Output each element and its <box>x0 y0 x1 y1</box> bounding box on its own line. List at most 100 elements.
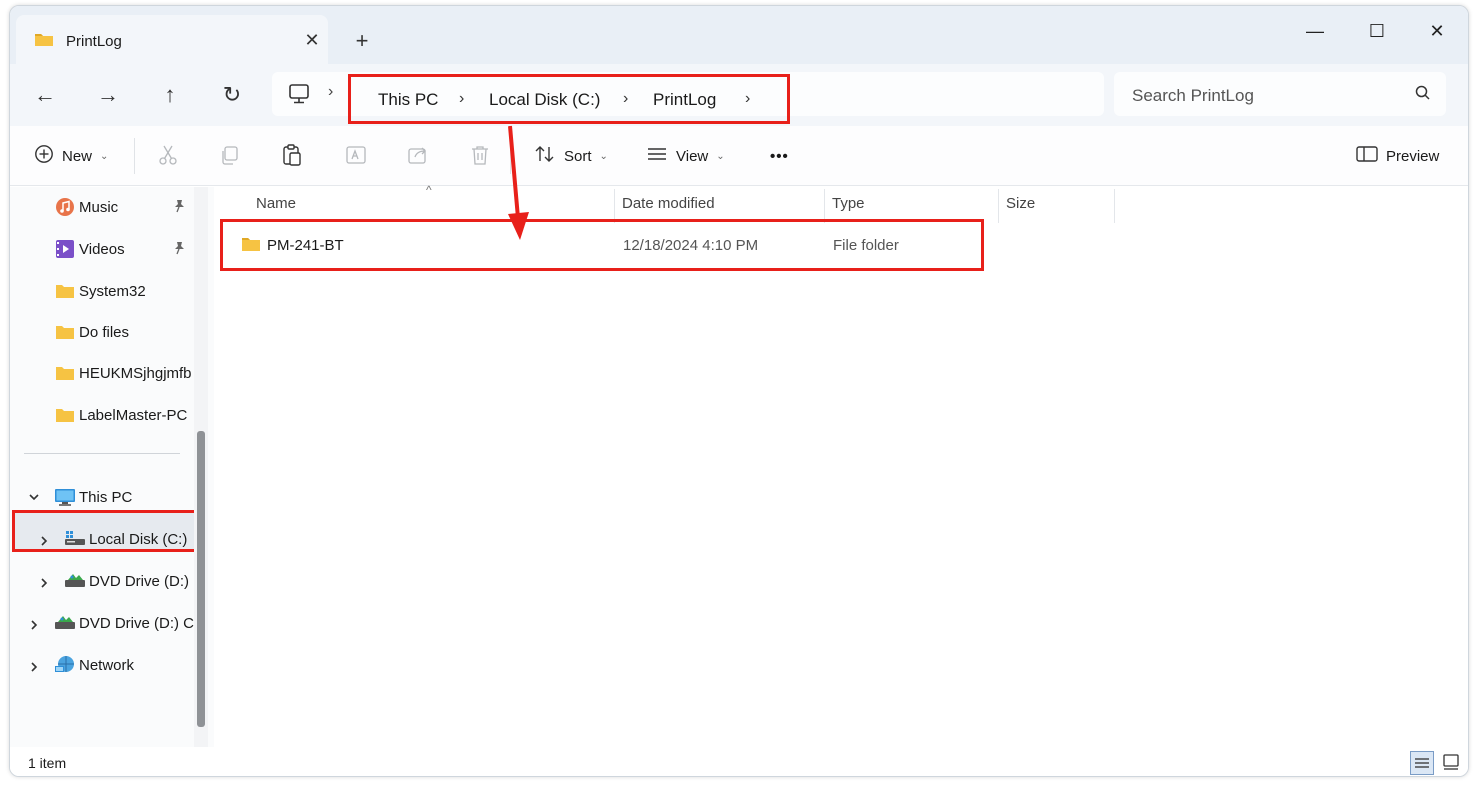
computer-icon <box>288 84 310 107</box>
sidebar-item-label: Music <box>79 198 119 216</box>
tab-printlog[interactable]: PrintLog ✕ <box>16 15 328 65</box>
sidebar-item-do-files[interactable]: Do files <box>54 314 129 350</box>
share-icon <box>406 147 430 170</box>
sidebar-item-label: Network <box>79 656 135 674</box>
up-button[interactable]: ↑ <box>154 80 186 112</box>
sidebar-item-dvd-drive-c[interactable]: DVD Drive (D:) C <box>54 605 194 641</box>
column-header-date[interactable]: Date modified <box>622 195 715 212</box>
tab-title: PrintLog <box>66 33 122 50</box>
sort-button[interactable]: Sort ⌄ <box>534 144 608 168</box>
file-type: File folder <box>833 237 899 254</box>
sort-indicator-icon: ^ <box>426 183 432 197</box>
rename-button[interactable] <box>344 143 370 169</box>
address-bar[interactable]: › This PC › Local Disk (C:) › PrintLog › <box>272 72 1104 124</box>
copy-button[interactable] <box>218 143 244 169</box>
dvd-icon <box>64 570 86 592</box>
column-header-type[interactable]: Type <box>832 195 865 212</box>
sidebar-divider <box>24 453 180 454</box>
delete-button[interactable] <box>468 143 494 169</box>
minimize-button[interactable]: — <box>1292 16 1338 48</box>
column-divider[interactable] <box>614 189 615 223</box>
music-icon <box>54 196 76 218</box>
chevron-right-icon[interactable] <box>36 577 52 592</box>
column-divider[interactable] <box>824 189 825 223</box>
column-divider[interactable] <box>1114 189 1115 223</box>
sidebar-item-dvd-drive[interactable]: DVD Drive (D:) <box>64 563 189 599</box>
breadcrumb-printlog[interactable]: PrintLog <box>653 90 716 110</box>
rename-icon <box>344 146 368 170</box>
breadcrumb-separator: › <box>328 83 334 100</box>
back-button[interactable]: ← <box>29 80 61 112</box>
sidebar-item-videos[interactable]: Videos <box>54 231 125 267</box>
breadcrumb-separator[interactable]: › <box>745 90 750 108</box>
status-bar: 1 item <box>10 747 1468 776</box>
preview-button[interactable]: Preview <box>1356 144 1439 168</box>
folder-icon <box>54 404 76 426</box>
sidebar-item-local-disk-label-row[interactable]: Local Disk (C:) <box>64 521 187 557</box>
refresh-button[interactable]: ↻ <box>216 80 248 112</box>
sidebar-item-label: DVD Drive (D:) <box>89 572 189 590</box>
column-header-size[interactable]: Size <box>1006 195 1035 212</box>
breadcrumb-this-pc[interactable]: This PC <box>378 90 438 110</box>
details-view-button[interactable] <box>1410 751 1434 775</box>
video-icon <box>54 238 76 260</box>
sidebar-item-labelmaster[interactable]: LabelMaster-PC <box>54 397 194 433</box>
sidebar-item-label: Do files <box>79 323 130 341</box>
sidebar-item-label: LabelMaster-PC <box>79 406 188 424</box>
search-input[interactable]: Search PrintLog <box>1114 72 1446 116</box>
close-tab-button[interactable]: ✕ <box>300 29 324 53</box>
paste-button[interactable] <box>280 143 306 169</box>
folder-icon <box>54 280 76 302</box>
view-button[interactable]: View ⌄ <box>646 144 725 168</box>
share-button[interactable] <box>406 143 432 169</box>
details-view-icon <box>1411 758 1433 776</box>
chevron-down-icon[interactable] <box>26 491 42 506</box>
view-label: View <box>676 147 709 165</box>
file-list: ^ Name Date modified Type Size PM-241-BT… <box>214 183 1468 747</box>
chevron-down-icon: ⌄ <box>716 150 725 162</box>
navigation-pane: Music Videos System32 Do files HEUKMSjhg… <box>10 187 214 747</box>
maximize-button[interactable]: ☐ <box>1354 16 1400 48</box>
chevron-right-icon[interactable] <box>26 619 42 634</box>
table-row[interactable]: PM-241-BT 12/18/2024 4:10 PM File folder <box>220 219 984 271</box>
preview-pane-icon <box>1356 145 1378 167</box>
breadcrumb-separator[interactable]: › <box>623 90 628 108</box>
sidebar-item-music[interactable]: Music <box>54 189 118 225</box>
address-row: ← → ↑ ↻ › This PC › Local Disk (C:) › Pr… <box>10 64 1468 126</box>
sidebar-scrollbar-thumb[interactable] <box>197 431 205 727</box>
search-placeholder: Search PrintLog <box>1132 86 1254 105</box>
column-divider[interactable] <box>998 189 999 223</box>
toolbar-divider <box>134 138 135 174</box>
drive-icon <box>64 528 86 550</box>
sidebar-item-network[interactable]: Network <box>54 647 134 683</box>
sort-icon <box>534 144 556 168</box>
file-explorer-window: PrintLog ✕ + — ☐ ✕ ← → ↑ ↻ › This PC › L… <box>9 5 1469 777</box>
preview-label: Preview <box>1386 147 1440 165</box>
tiles-view-button[interactable] <box>1440 751 1464 775</box>
chevron-right-icon[interactable] <box>26 661 42 676</box>
breadcrumb-separator[interactable]: › <box>459 90 464 108</box>
sidebar-item-system32[interactable]: System32 <box>54 273 146 309</box>
more-options-button[interactable]: ••• <box>770 144 789 168</box>
toolbar-divider <box>510 138 511 174</box>
sidebar-item-heukms[interactable]: HEUKMSjhgjmfb <box>54 355 194 391</box>
file-name: PM-241-BT <box>267 237 344 254</box>
close-window-button[interactable]: ✕ <box>1414 16 1460 48</box>
new-tab-button[interactable]: + <box>348 28 376 56</box>
cut-button[interactable] <box>156 143 182 169</box>
sidebar-item-label: DVD Drive (D:) C <box>79 614 194 632</box>
chevron-right-icon[interactable] <box>36 535 52 550</box>
title-bar: PrintLog ✕ + — ☐ ✕ <box>10 6 1468 65</box>
clipboard-icon <box>280 144 304 170</box>
new-label: New <box>62 147 93 165</box>
forward-button[interactable]: → <box>92 80 124 112</box>
pin-icon <box>172 241 186 258</box>
new-button[interactable]: New ⌄ <box>34 144 108 168</box>
breadcrumb-local-disk[interactable]: Local Disk (C:) <box>489 90 600 110</box>
breadcrumb: This PC › Local Disk (C:) › PrintLog › <box>348 74 790 124</box>
chevron-down-icon: ⌄ <box>100 150 109 162</box>
sidebar-item-label: Local Disk (C:) <box>89 530 188 548</box>
add-icon <box>34 144 54 168</box>
column-header-name[interactable]: Name <box>256 195 296 212</box>
sort-label: Sort <box>564 147 592 165</box>
